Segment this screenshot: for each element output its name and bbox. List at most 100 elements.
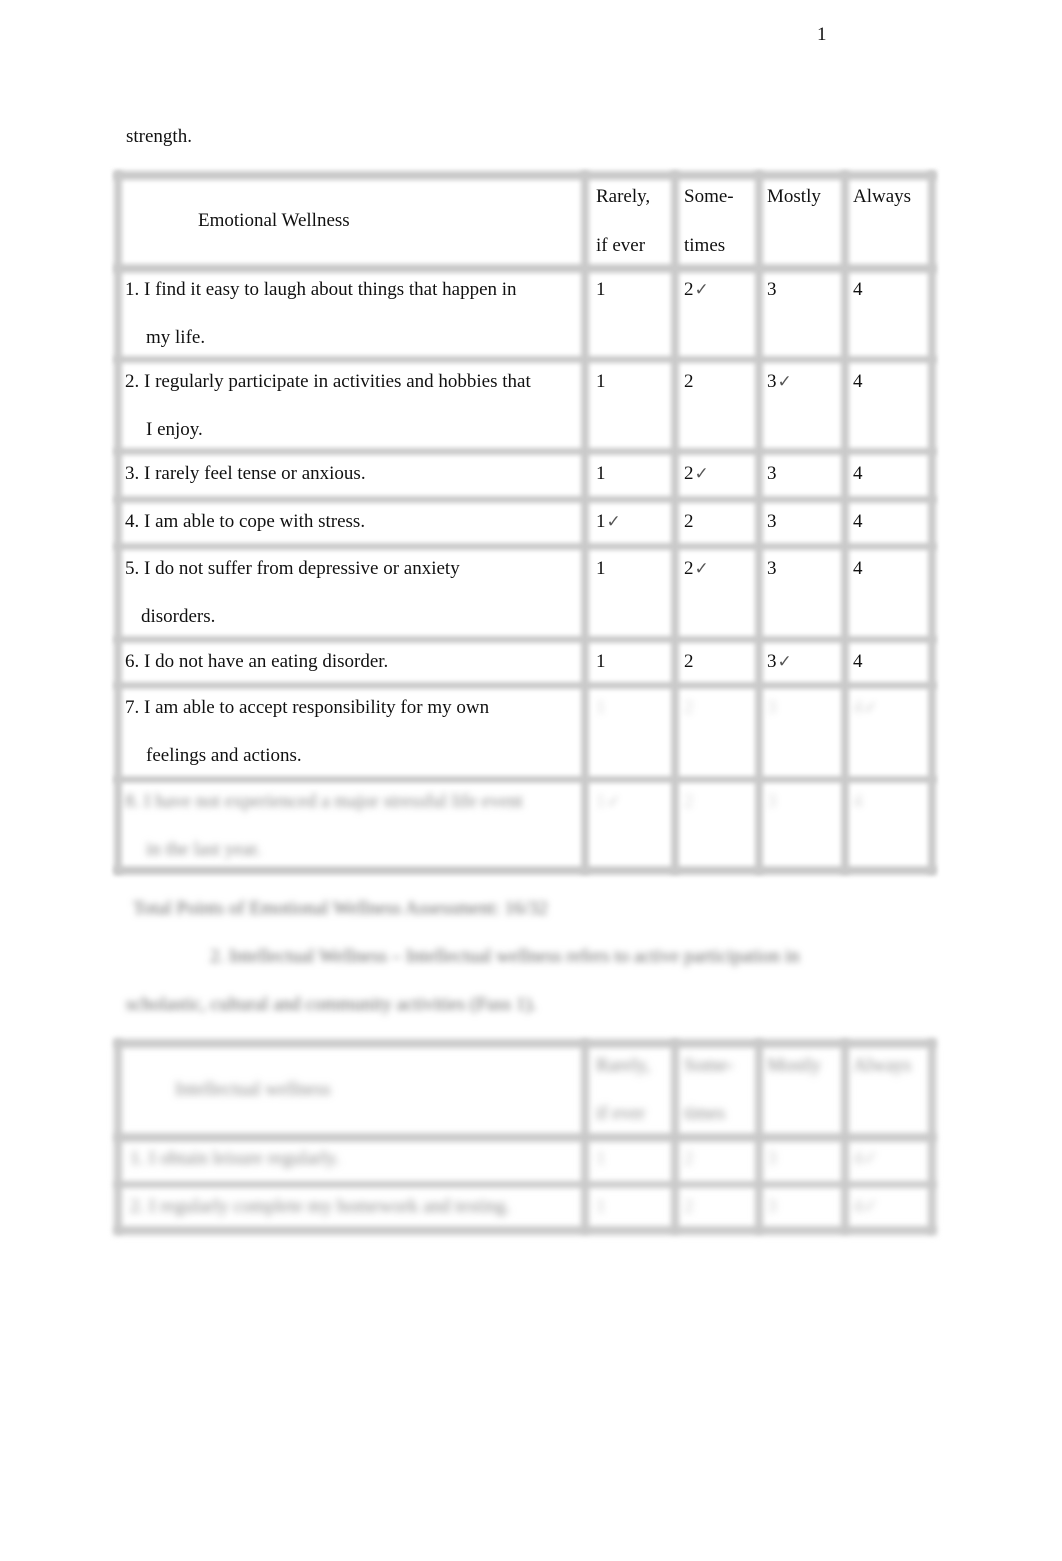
rating-option: 3 (767, 559, 777, 578)
rating-value: 2 (684, 651, 694, 672)
table-rule-horizontal (114, 636, 936, 643)
rating-option: 3 (767, 280, 777, 299)
question-text: 7. I am able to accept responsibility fo… (125, 697, 490, 718)
rating-option: 1 (596, 652, 606, 671)
rating-option: 3 (767, 792, 777, 811)
checkmark-icon: ✓ (694, 559, 709, 579)
rating-value: 1 (596, 511, 606, 532)
table-rule-horizontal (114, 776, 936, 783)
rating-option: 2✓ (684, 464, 709, 484)
rating-option: 2 (684, 372, 694, 391)
table-rule-vertical (755, 1039, 763, 1234)
rating-value: 2 (684, 371, 694, 392)
rating-value: 1 (596, 463, 606, 484)
question-text: 1. I obtain leisure regularly. (130, 1148, 340, 1169)
page-number: 1 (817, 24, 827, 45)
question-text: 5. I do not suffer from depressive or an… (125, 558, 460, 579)
rating-value: 2 (684, 558, 694, 579)
rating-option: 4 (853, 512, 863, 531)
checkmark-icon: ✓ (606, 512, 621, 532)
rating-option: 4 (853, 280, 863, 299)
rating-option: 1✓ (596, 792, 621, 812)
rating-option: 1 (596, 1148, 606, 1169)
column-header: Always (853, 1055, 912, 1076)
rating-option: 2 (684, 1148, 694, 1169)
column-header: Always (853, 186, 912, 207)
rating-value: 2 (684, 279, 694, 300)
question-text-line2: feelings and actions. (146, 745, 302, 766)
rating-option: 2 (684, 1196, 694, 1217)
rating-option: 1 (596, 1196, 606, 1217)
table-rule-vertical (671, 1039, 679, 1234)
checkmark-icon: ✓ (863, 698, 878, 718)
question-text: 1. I find it easy to laugh about things … (125, 279, 517, 300)
table-rule-vertical (928, 1039, 936, 1234)
table-rule-vertical (581, 171, 589, 874)
rating-value: 2 (684, 463, 694, 484)
question-text: 4. I am able to cope with stress. (125, 511, 366, 532)
rating-option: 4✓ (853, 698, 878, 718)
table-rule-horizontal (114, 171, 936, 180)
table-rule-vertical (841, 1039, 849, 1234)
column-header-line2: if ever (596, 235, 646, 256)
rating-option: 2 (684, 512, 694, 531)
rating-value: 3 (767, 791, 777, 812)
rating-value: 1 (596, 279, 606, 300)
table-rule-vertical (114, 171, 122, 874)
rating-value: 2 (684, 511, 694, 532)
table-title: Intellectual wellness (175, 1079, 331, 1100)
question-text: 3. I rarely feel tense or anxious. (125, 463, 366, 484)
rating-value: 1 (596, 371, 606, 392)
table-rule-vertical (841, 171, 849, 874)
column-header: Some- (684, 1055, 734, 1076)
rating-option: 3✓ (767, 652, 792, 672)
rating-value: 1 (596, 697, 606, 718)
rating-option: 4 (853, 652, 863, 671)
column-header-line2: times (684, 1103, 726, 1124)
checkmark-icon: ✓ (694, 280, 709, 300)
rating-value: 4 (853, 279, 863, 300)
table-rule-horizontal (114, 866, 936, 875)
table-rule-horizontal (114, 448, 936, 455)
rating-option: 3 (767, 1148, 777, 1169)
rating-value: 4 (853, 463, 863, 484)
rating-option: 1 (596, 698, 606, 717)
rating-value: 4 (853, 651, 863, 672)
checkmark-icon: ✓ (777, 652, 792, 672)
checkmark-icon: ✓ (606, 792, 621, 812)
checkmark-icon: ✓ (777, 372, 792, 392)
column-header: Some- (684, 186, 734, 207)
column-header: Mostly (767, 1055, 821, 1076)
question-text: 6. I do not have an eating disorder. (125, 651, 389, 672)
rating-option: 1 (596, 372, 606, 391)
rating-value: 3 (767, 697, 777, 718)
rating-option: 2✓ (684, 280, 709, 300)
rating-option: 1 (596, 559, 606, 578)
rating-option: 2✓ (684, 559, 709, 579)
rating-value: 3 (767, 651, 777, 672)
question-text-line2: I enjoy. (146, 419, 203, 440)
table-rule-horizontal (114, 1226, 936, 1235)
table-rule-horizontal (114, 264, 936, 273)
table-rule-vertical (755, 171, 763, 874)
section-continuation: scholastic, cultural and community activ… (126, 994, 537, 1015)
rating-value: 3 (767, 371, 777, 392)
rating-option: 3 (767, 1196, 777, 1217)
rating-option: 4 (853, 792, 863, 811)
table-title: Emotional Wellness (198, 210, 350, 231)
table-rule-horizontal (114, 682, 936, 689)
rating-option: 1✓ (596, 512, 621, 532)
column-header: Rarely, (596, 1055, 651, 1076)
question-text: 2. I regularly complete my homework and … (130, 1196, 511, 1217)
rating-option: 3✓ (767, 372, 792, 392)
table-rule-vertical (114, 1039, 122, 1234)
rating-option: 2 (684, 792, 694, 811)
question-text-line2: in the last year. (146, 839, 262, 860)
rating-option: 2 (684, 698, 694, 717)
rating-option: 1 (596, 464, 606, 483)
table-rule-vertical (581, 1039, 589, 1234)
section-heading-intellectual: 2. Intellectual Wellness – Intellectual … (210, 946, 800, 967)
rating-option: 3 (767, 512, 777, 531)
rating-option: 3 (767, 698, 777, 717)
table-rule-horizontal (114, 496, 936, 503)
